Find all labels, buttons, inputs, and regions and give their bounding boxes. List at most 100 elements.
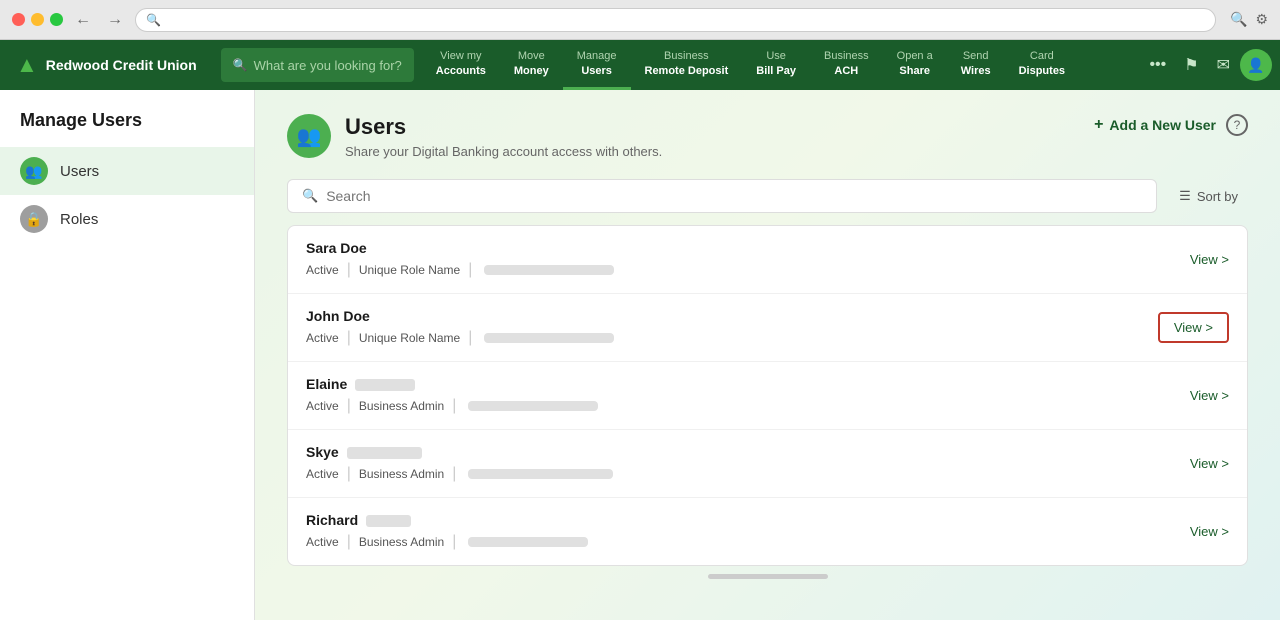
topnav-search-icon: 🔍 [233,58,248,72]
user-email-blurred [484,265,614,275]
nav-bottom-label: Accounts [436,64,486,78]
nav-top-label: Send [963,49,989,63]
search-sort-row: 🔍 ☰ Sort by [287,179,1248,213]
notifications-button[interactable]: ⚑ [1176,49,1206,81]
nav-top-label: View my [440,49,481,63]
user-status: Active [306,467,339,481]
nav-move-money[interactable]: Move Money [500,40,563,90]
user-email-blurred [484,333,614,343]
main-layout: Manage Users 👥 Users 🔒 Roles 👥 Users Sha… [0,90,1280,620]
users-header: 👥 Users Share your Digital Banking accou… [287,114,1248,159]
nav-bottom-label: Remote Deposit [645,64,729,78]
nav-business-ach[interactable]: Business ACH [810,40,883,90]
add-user-label: Add a New User [1109,117,1216,133]
user-meta: Active | Unique Role Name | [306,261,1190,279]
user-info: Elaine Active | Business Admin | [306,376,1190,415]
topnav-search-placeholder: What are you looking for? [254,58,402,73]
nav-top-label: Card [1030,49,1054,63]
table-row: Elaine Active | Business Admin | View > [288,362,1247,430]
nav-top-label: Business [664,49,709,63]
users-subtitle: Share your Digital Banking account acces… [345,144,662,159]
user-name: Elaine [306,376,1190,392]
topnav-icons: ••• ⚑ ✉ 👤 [1133,40,1280,90]
user-status: Active [306,263,339,277]
user-role: Business Admin [359,535,444,549]
view-user-button-highlighted[interactable]: View > [1158,312,1229,343]
user-email-blurred [468,537,588,547]
search-icon: 🔍 [302,188,318,204]
logo-icon: ▲ [16,52,38,78]
view-user-button[interactable]: View > [1190,388,1229,403]
table-row: Sara Doe Active | Unique Role Name | Vie… [288,226,1247,294]
roles-icon: 🔒 [20,205,48,233]
sort-button[interactable]: ☰ Sort by [1169,182,1248,210]
browser-search-icon[interactable]: 🔍 [1230,11,1247,28]
nav-bottom-label: Share [899,64,930,78]
user-name: John Doe [306,308,1158,324]
browser-chrome: ← → 🔍 🔍 ⚙ [0,0,1280,40]
name-blur [355,379,415,391]
user-email-blurred [468,469,613,479]
users-actions: + Add a New User ? [1094,114,1248,136]
table-row: John Doe Active | Unique Role Name | Vie… [288,294,1247,362]
nav-bill-pay[interactable]: Use Bill Pay [742,40,810,90]
user-role: Unique Role Name [359,331,460,345]
back-button[interactable]: ← [71,9,95,31]
logo-section: ▲ Redwood Credit Union [0,40,213,90]
topnav-links: View my Accounts Move Money Manage Users… [422,40,1134,90]
add-user-button[interactable]: + Add a New User [1094,116,1216,134]
nav-bottom-label: Money [514,64,549,78]
url-bar[interactable]: 🔍 [135,8,1216,32]
nav-view-accounts[interactable]: View my Accounts [422,40,500,90]
nav-bottom-label: Users [581,64,612,78]
browser-settings-icon[interactable]: ⚙ [1255,11,1268,28]
users-title-section: 👥 Users Share your Digital Banking accou… [287,114,662,159]
maximize-button[interactable] [50,13,63,26]
nav-send-wires[interactable]: Send Wires [947,40,1005,90]
topnav: ▲ Redwood Credit Union 🔍 What are you lo… [0,40,1280,90]
scroll-bar [708,574,828,579]
more-options-button[interactable]: ••• [1141,50,1174,80]
nav-card-disputes[interactable]: Card Disputes [1005,40,1079,90]
view-user-button[interactable]: View > [1190,456,1229,471]
add-icon: + [1094,116,1103,134]
nav-open-share[interactable]: Open a Share [883,40,947,90]
users-icon: 👥 [20,157,48,185]
user-role: Business Admin [359,467,444,481]
messages-button[interactable]: ✉ [1209,49,1238,81]
table-row: Richard Active | Business Admin | View > [288,498,1247,565]
topnav-search-box[interactable]: 🔍 What are you looking for? [221,48,414,82]
sidebar-title: Manage Users [0,110,254,147]
user-name: Richard [306,512,1190,528]
sort-label: Sort by [1197,189,1238,204]
forward-button[interactable]: → [103,9,127,31]
nav-top-label: Move [518,49,545,63]
nav-top-label: Manage [577,49,617,63]
user-list: Sara Doe Active | Unique Role Name | Vie… [287,225,1248,566]
sidebar-item-roles[interactable]: 🔒 Roles [0,195,254,243]
user-info: John Doe Active | Unique Role Name | [306,308,1158,347]
users-title-text: Users Share your Digital Banking account… [345,114,662,159]
user-name: Skye [306,444,1190,460]
nav-business-remote-deposit[interactable]: Business Remote Deposit [631,40,743,90]
nav-top-label: Business [824,49,869,63]
sidebar-users-label: Users [60,163,99,180]
user-status: Active [306,535,339,549]
user-avatar-button[interactable]: 👤 [1240,49,1272,81]
view-user-button[interactable]: View > [1190,524,1229,539]
name-blur [347,447,422,459]
sidebar-item-users[interactable]: 👥 Users [0,147,254,195]
logo-text: Redwood Credit Union [46,57,197,73]
user-meta: Active | Business Admin | [306,397,1190,415]
nav-manage-users[interactable]: Manage Users [563,40,631,90]
minimize-button[interactable] [31,13,44,26]
nav-bottom-label: ACH [834,64,858,78]
view-user-button[interactable]: View > [1190,252,1229,267]
search-input[interactable] [326,188,1142,204]
users-page-icon: 👥 [287,114,331,158]
nav-bottom-label: Bill Pay [756,64,796,78]
search-box[interactable]: 🔍 [287,179,1157,213]
help-button[interactable]: ? [1226,114,1248,136]
close-button[interactable] [12,13,25,26]
url-search-icon: 🔍 [146,13,161,27]
